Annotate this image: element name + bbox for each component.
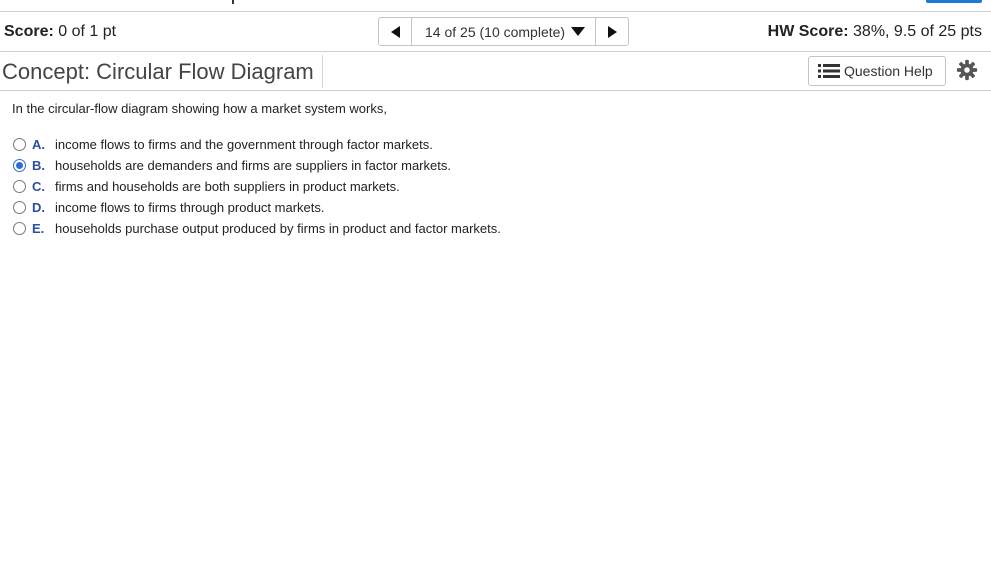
title-divider <box>322 55 323 88</box>
radio-button[interactable] <box>13 222 26 235</box>
option-text: households purchase output produced by f… <box>55 221 501 236</box>
option-text: households are demanders and firms are s… <box>55 158 451 173</box>
previous-question-button[interactable] <box>378 17 412 46</box>
radio-button[interactable] <box>13 180 26 193</box>
question-navigator: 14 of 25 (10 complete) <box>378 17 629 46</box>
score: Score: 0 of 1 pt <box>4 23 116 41</box>
header-fragment <box>232 0 234 4</box>
radio-button-selected[interactable] <box>13 159 26 172</box>
score-bar: Score: 0 of 1 pt 14 of 25 (10 complete) … <box>0 12 991 52</box>
question-position: 14 of 25 (10 complete) <box>425 23 566 40</box>
option-letter: B. <box>32 158 45 173</box>
question-select[interactable]: 14 of 25 (10 complete) <box>412 17 595 46</box>
caret-down-icon <box>571 27 586 36</box>
option-letter: C. <box>32 179 45 194</box>
option-a[interactable]: A. income flows to firms and the governm… <box>13 134 501 155</box>
top-blue-tab[interactable] <box>926 0 982 3</box>
list-icon <box>818 64 840 78</box>
option-b[interactable]: B. households are demanders and firms ar… <box>13 155 501 176</box>
page-title: Concept: Circular Flow Diagram <box>2 59 314 84</box>
score-value: 0 of 1 pt <box>58 23 117 40</box>
triangle-left-icon <box>390 25 400 38</box>
triangle-right-icon <box>607 25 617 38</box>
next-question-button[interactable] <box>595 17 629 46</box>
question-help-button[interactable]: Question Help <box>808 56 946 86</box>
option-c[interactable]: C. firms and households are both supplie… <box>13 176 501 197</box>
top-strip <box>0 0 991 12</box>
question-help-label: Question Help <box>844 63 933 79</box>
option-e[interactable]: E. households purchase output produced b… <box>13 218 501 239</box>
option-d[interactable]: D. income flows to firms through product… <box>13 197 501 218</box>
question-stem: In the circular-flow diagram showing how… <box>12 101 387 116</box>
gear-icon[interactable] <box>956 59 978 81</box>
option-text: income flows to firms and the government… <box>55 137 433 152</box>
option-text: income flows to firms through product ma… <box>55 200 325 215</box>
radio-button[interactable] <box>13 138 26 151</box>
option-text: firms and households are both suppliers … <box>55 179 400 194</box>
option-letter: A. <box>32 137 45 152</box>
title-bar: Concept: Circular Flow Diagram Question … <box>0 52 991 91</box>
hw-score-label: HW Score: <box>767 23 849 40</box>
radio-button[interactable] <box>13 201 26 214</box>
answer-options: A. income flows to firms and the governm… <box>13 134 501 239</box>
score-label: Score: <box>4 23 54 40</box>
hw-score: HW Score: 38%, 9.5 of 25 pts <box>768 23 982 41</box>
option-letter: E. <box>32 221 45 236</box>
hw-score-value: 38%, 9.5 of 25 pts <box>853 23 982 40</box>
option-letter: D. <box>32 200 45 215</box>
